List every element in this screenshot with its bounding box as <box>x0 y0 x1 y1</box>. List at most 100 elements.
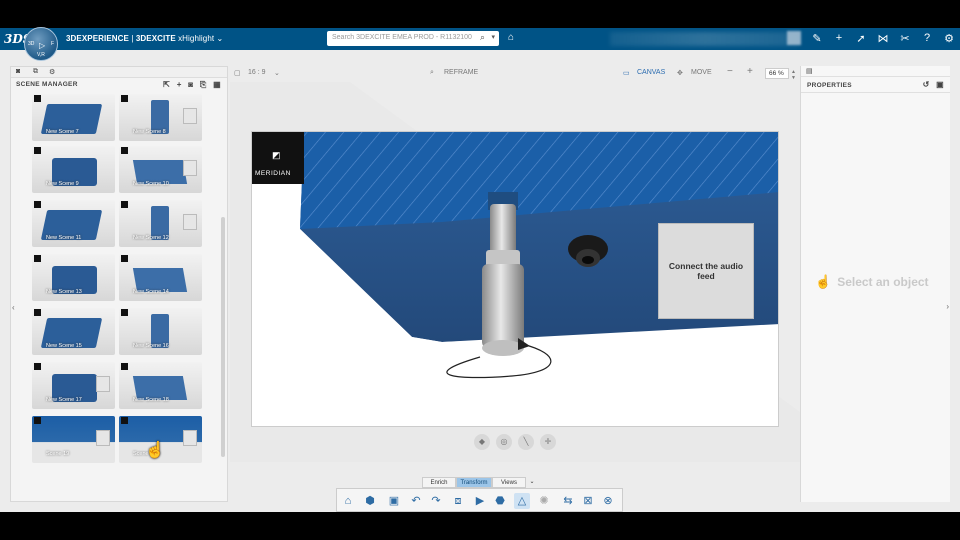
save-icon[interactable]: ▣ <box>936 80 944 89</box>
camera-icon[interactable]: ◙ <box>188 80 193 89</box>
aspect-ratio-icon[interactable]: ▢ <box>234 69 241 77</box>
scrollbar[interactable] <box>221 217 225 457</box>
material-icon[interactable]: ◆ <box>474 434 490 450</box>
line-icon[interactable]: ╲ <box>518 434 534 450</box>
aspect-ratio-select[interactable]: 16 : 9 <box>248 69 266 76</box>
bookmark-icon[interactable]: ✎ <box>810 32 824 45</box>
move-icon[interactable]: ✥ <box>677 69 683 77</box>
network-icon[interactable]: ⋈ <box>876 32 890 45</box>
tab-enrich[interactable]: Enrich <box>422 477 456 488</box>
scene-thumbnail[interactable]: New Scene 17 <box>32 362 115 409</box>
scene-label: New Scene 11 <box>46 235 82 241</box>
scene-viewport[interactable]: ◩ MERIDIAN Connect the audio feed <box>251 131 779 427</box>
redo-icon[interactable]: ↷ <box>428 493 444 509</box>
scene-checkbox[interactable] <box>121 417 128 424</box>
gear-icon[interactable]: ⚙ <box>49 68 55 76</box>
zoom-stepper[interactable]: ▲ ▼ <box>791 69 796 81</box>
chevron-down-icon[interactable]: ⌄ <box>527 477 537 488</box>
help-icon[interactable]: ? <box>920 32 934 44</box>
grid-icon[interactable]: ▦ <box>213 80 221 89</box>
tools-icon[interactable]: ✂ <box>898 32 912 45</box>
scene-thumbnail[interactable]: New Scene 10 <box>119 146 202 193</box>
scene-thumbnail[interactable]: New Scene 11 <box>32 200 115 247</box>
thumbnail-card <box>183 214 197 230</box>
chevron-down-icon[interactable]: ▾ <box>491 33 495 41</box>
logo-mark-icon: ◩ <box>272 150 281 160</box>
scene-checkbox[interactable] <box>121 255 128 262</box>
scene-thumbnail[interactable]: New Scene 12 <box>119 200 202 247</box>
collapse-right-icon[interactable]: › <box>946 302 949 311</box>
play-icon[interactable]: ▶ <box>472 493 488 509</box>
search-icon[interactable]: ⌕ <box>480 32 485 43</box>
scene-checkbox[interactable] <box>34 147 41 154</box>
scene-thumbnail[interactable]: New Scene 16 <box>119 308 202 355</box>
compass-east: F <box>51 41 55 47</box>
tab-views[interactable]: Views <box>492 477 526 488</box>
scene-thumbnail[interactable]: New Scene 13 <box>32 254 115 301</box>
add-scene-icon[interactable]: + <box>177 80 182 89</box>
layout-icon[interactable]: ⇆ <box>560 493 576 509</box>
properties-tools: ↺ ▣ <box>923 80 944 89</box>
cube-menu-icon[interactable]: ⬢ <box>362 493 378 509</box>
render-icon[interactable]: ⧈ <box>450 493 466 509</box>
fit-all-icon[interactable]: ⊗ <box>600 493 616 509</box>
scene-thumbnail[interactable]: New Scene 14 <box>119 254 202 301</box>
transform-icon[interactable]: △ <box>514 493 530 509</box>
export-icon[interactable]: ⎘ <box>200 80 207 89</box>
scene-checkbox[interactable] <box>121 363 128 370</box>
app-brand[interactable]: 3DEXPERIENCE | 3DEXCITE xHighlight ⌄ <box>66 34 223 43</box>
search-input[interactable]: Search 3DEXCITE EMEA PROD - R1132100 ⌕ ▾ <box>327 31 499 46</box>
chevron-down-icon[interactable]: ⌄ <box>274 69 280 77</box>
scene-thumbnail[interactable]: New Scene 15 <box>32 308 115 355</box>
reframe-icon[interactable]: ⌕ <box>430 69 434 77</box>
camera-icon[interactable]: ◙ <box>16 68 20 75</box>
app-window: 3DS 3DEXPERIENCE | 3DEXCITE xHighlight ⌄… <box>0 27 960 512</box>
avatar[interactable] <box>787 31 801 45</box>
collapse-left-icon[interactable]: ‹ <box>12 303 15 312</box>
scene-thumbnail[interactable]: New Scene 7 <box>32 94 115 141</box>
compass-icon[interactable]: 3D ▷ F V,R <box>24 27 58 61</box>
zoom-level-input[interactable]: 66 % <box>765 68 789 79</box>
chevron-down-icon[interactable]: ⌄ <box>217 34 224 43</box>
fit-icon[interactable]: ⊠ <box>580 493 596 509</box>
brand-logo: ◩ MERIDIAN <box>252 132 304 184</box>
canvas-icon[interactable]: ▭ <box>623 69 630 77</box>
scene-checkbox[interactable] <box>34 255 41 262</box>
target-icon[interactable]: ◎ <box>496 434 512 450</box>
zoom-out-button[interactable]: − <box>727 66 733 77</box>
properties-tab-icon[interactable]: ▤ <box>801 66 950 77</box>
scene-checkbox[interactable] <box>34 95 41 102</box>
scene-thumbnail[interactable]: New Scene 8 <box>119 94 202 141</box>
zoom-in-button[interactable]: + <box>747 66 753 77</box>
objects-icon[interactable]: ⧉ <box>33 68 38 76</box>
move-button[interactable]: MOVE <box>691 69 712 76</box>
select-icon[interactable]: ⇱ <box>163 80 170 89</box>
share-icon[interactable]: ➚ <box>854 32 868 45</box>
scene-checkbox[interactable] <box>34 417 41 424</box>
settings-icon[interactable]: ⚙ <box>942 32 956 45</box>
scene-checkbox[interactable] <box>121 95 128 102</box>
scene-thumbnail[interactable]: Scene 19 <box>32 416 115 463</box>
scene-thumbnail[interactable]: Scene ☝ <box>119 416 202 463</box>
crosshair-icon[interactable]: ✛ <box>540 434 556 450</box>
reset-icon[interactable]: ↺ <box>923 80 930 89</box>
scene-thumbnail[interactable]: New Scene 18 <box>119 362 202 409</box>
undo-icon[interactable]: ↶ <box>408 493 424 509</box>
scene-checkbox[interactable] <box>34 201 41 208</box>
instruction-card[interactable]: Connect the audio feed <box>658 223 754 319</box>
tag-icon[interactable]: ⌂ <box>508 32 514 43</box>
home-icon[interactable]: ⌂ <box>340 493 356 509</box>
scene-checkbox[interactable] <box>34 309 41 316</box>
effects-icon[interactable]: ✺ <box>536 493 552 509</box>
save-icon[interactable]: ▣ <box>386 493 402 509</box>
scene-thumbnail[interactable]: New Scene 9 <box>32 146 115 193</box>
tab-transform[interactable]: Transform <box>456 477 492 488</box>
scene-checkbox[interactable] <box>34 363 41 370</box>
canvas-button[interactable]: CANVAS <box>637 69 665 76</box>
plus-icon[interactable]: + <box>832 32 846 44</box>
scene-checkbox[interactable] <box>121 147 128 154</box>
object-icon[interactable]: ⬣ <box>492 493 508 509</box>
reframe-button[interactable]: REFRAME <box>444 69 478 76</box>
scene-checkbox[interactable] <box>121 309 128 316</box>
scene-checkbox[interactable] <box>121 201 128 208</box>
